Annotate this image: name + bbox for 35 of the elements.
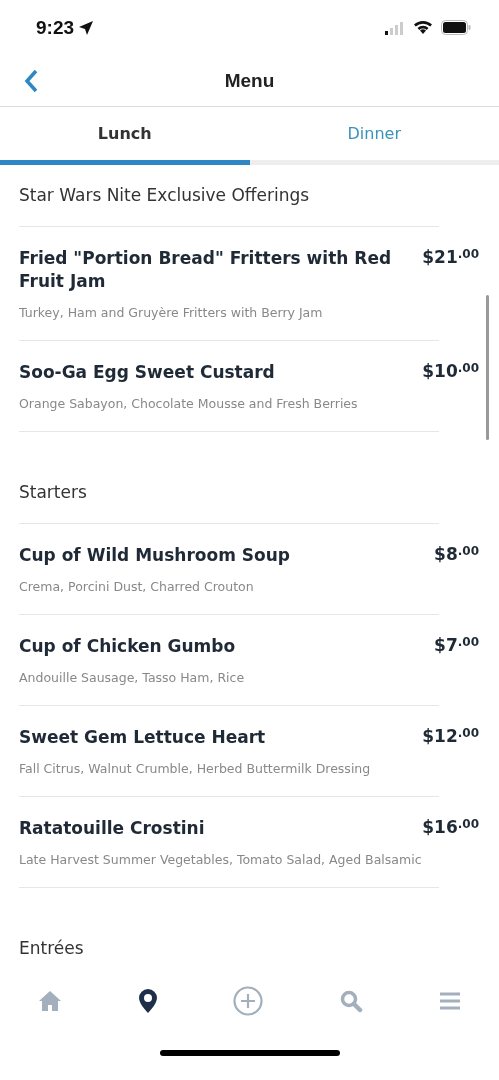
dish-name: Cup of Wild Mushroom Soup	[19, 543, 290, 567]
section-title: Star Wars Nite Exclusive Offerings	[19, 165, 439, 227]
back-button[interactable]	[22, 67, 40, 95]
wifi-icon	[413, 20, 433, 35]
dish-name: Sweet Gem Lettuce Heart	[19, 725, 266, 749]
dish-name: Ratatouille Crostini	[19, 816, 205, 840]
dish-description: Orange Sabayon, Chocolate Mousse and Fresh Berries	[19, 395, 359, 411]
section-title: Starters	[19, 461, 439, 524]
dish-description: Crema, Porcini Dust, Charred Crouton	[19, 578, 255, 594]
dish-name: Fried "Portion Bread" Fritters with Red Fruit Jam	[19, 247, 393, 293]
dish-description: Andouille Sausage, Tasso Ham, Rice	[19, 669, 246, 685]
chevron-left-icon	[24, 69, 38, 93]
dish-price: $7$^{.00}$	[434, 634, 479, 655]
signal-icon	[385, 20, 405, 35]
dish-price: $10$^{.00}$	[422, 360, 479, 381]
dish-price: $12$^{.00}$	[422, 725, 479, 746]
dish-description: Fall Citrus, Walnut Crumble, Herbed Buttermilk Dressing	[19, 760, 372, 776]
dish-price: $8$^{.00}$	[434, 543, 479, 564]
menu-icon	[439, 991, 462, 1011]
home-icon	[37, 990, 62, 1012]
dish-name: Cup of Chicken Gumbo	[19, 634, 236, 658]
dish-name: Soo-Ga Egg Sweet Custard	[19, 360, 275, 384]
battery-icon	[441, 20, 471, 35]
menu-tab[interactable]: Lunch	[0, 107, 250, 165]
search-icon	[339, 989, 364, 1013]
dish-price: $16$^{.00}$	[422, 816, 479, 837]
page-title: Menu	[224, 69, 275, 92]
tab-bar-button[interactable]	[137, 988, 158, 1014]
status-time: 9:23	[36, 16, 75, 39]
dish-description: Turkey, Ham and Gruyère Fritters with Berry Jam	[19, 304, 324, 320]
dish-description: Late Harvest Summer Vegetables, Tomato Salad, Aged Balsamic	[19, 851, 423, 867]
map-pin-icon	[137, 988, 158, 1014]
location-arrow-icon	[78, 19, 95, 36]
add-icon	[233, 986, 264, 1016]
dish-price: $21$^{.00}$	[422, 247, 479, 267]
